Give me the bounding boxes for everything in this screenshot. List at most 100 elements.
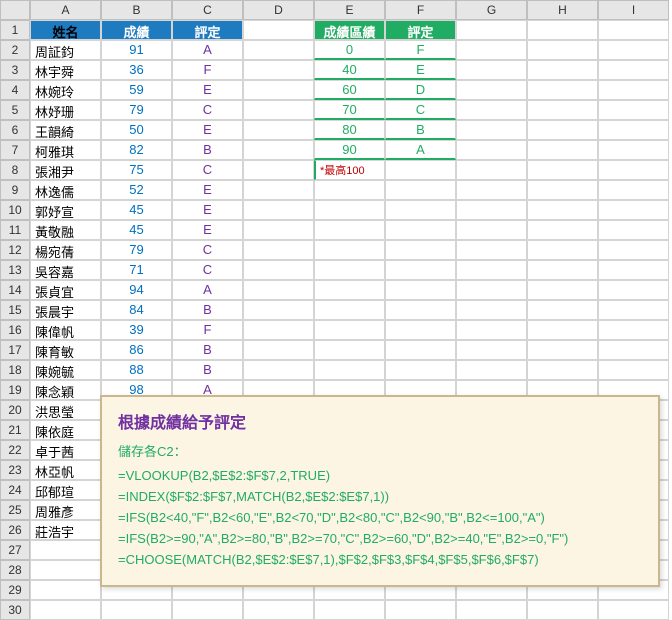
cell[interactable]: 洪思瑩 bbox=[30, 400, 101, 420]
cell[interactable]: F bbox=[172, 60, 243, 80]
cell[interactable]: 莊浩宇 bbox=[30, 520, 101, 540]
cell[interactable]: A bbox=[172, 280, 243, 300]
column-header[interactable]: C bbox=[172, 0, 243, 20]
cell[interactable]: 70 bbox=[314, 100, 385, 120]
cell[interactable]: 吳容嘉 bbox=[30, 260, 101, 280]
cell[interactable] bbox=[527, 20, 598, 40]
cell[interactable]: E bbox=[172, 200, 243, 220]
cell[interactable] bbox=[456, 80, 527, 100]
cell[interactable] bbox=[456, 20, 527, 40]
cell[interactable] bbox=[527, 340, 598, 360]
cell[interactable] bbox=[385, 320, 456, 340]
cell[interactable] bbox=[527, 600, 598, 620]
cell[interactable] bbox=[527, 360, 598, 380]
cell[interactable]: 79 bbox=[101, 100, 172, 120]
row-header[interactable]: 3 bbox=[0, 60, 30, 80]
cell[interactable] bbox=[243, 360, 314, 380]
cell[interactable] bbox=[598, 360, 669, 380]
cell[interactable]: 40 bbox=[314, 60, 385, 80]
cell[interactable] bbox=[314, 200, 385, 220]
cell[interactable]: 79 bbox=[101, 240, 172, 260]
cell[interactable] bbox=[243, 160, 314, 180]
cell[interactable]: 楊宛蒨 bbox=[30, 240, 101, 260]
cell[interactable]: 王韻綺 bbox=[30, 120, 101, 140]
cell[interactable] bbox=[598, 280, 669, 300]
cell[interactable] bbox=[385, 180, 456, 200]
row-header[interactable]: 10 bbox=[0, 200, 30, 220]
cell[interactable]: 50 bbox=[101, 120, 172, 140]
cell[interactable]: 90 bbox=[314, 140, 385, 160]
row-header[interactable]: 28 bbox=[0, 560, 30, 580]
cell[interactable] bbox=[527, 80, 598, 100]
cell[interactable]: 姓名 bbox=[30, 20, 101, 40]
cell[interactable] bbox=[456, 360, 527, 380]
cell[interactable] bbox=[527, 140, 598, 160]
row-header[interactable]: 8 bbox=[0, 160, 30, 180]
cell[interactable]: 陳偉帆 bbox=[30, 320, 101, 340]
row-header[interactable]: 25 bbox=[0, 500, 30, 520]
cell[interactable] bbox=[598, 40, 669, 60]
row-header[interactable]: 20 bbox=[0, 400, 30, 420]
cell[interactable] bbox=[314, 300, 385, 320]
cell[interactable]: 86 bbox=[101, 340, 172, 360]
cell[interactable] bbox=[243, 260, 314, 280]
cell[interactable] bbox=[385, 220, 456, 240]
cell[interactable]: 陳念穎 bbox=[30, 380, 101, 400]
cell[interactable]: 柯雅琪 bbox=[30, 140, 101, 160]
cell[interactable] bbox=[527, 260, 598, 280]
cell[interactable] bbox=[456, 280, 527, 300]
cell[interactable]: 75 bbox=[101, 160, 172, 180]
cell[interactable]: 成績 bbox=[101, 20, 172, 40]
cell[interactable] bbox=[598, 140, 669, 160]
cell[interactable] bbox=[598, 60, 669, 80]
cell[interactable]: 84 bbox=[101, 300, 172, 320]
cell[interactable]: 91 bbox=[101, 40, 172, 60]
cell[interactable] bbox=[101, 600, 172, 620]
cell[interactable]: B bbox=[385, 120, 456, 140]
cell[interactable] bbox=[30, 560, 101, 580]
row-header[interactable]: 27 bbox=[0, 540, 30, 560]
row-header[interactable]: 17 bbox=[0, 340, 30, 360]
cell[interactable]: C bbox=[385, 100, 456, 120]
cell[interactable]: 邱郁瑄 bbox=[30, 480, 101, 500]
cell[interactable] bbox=[385, 240, 456, 260]
cell[interactable] bbox=[598, 300, 669, 320]
cell[interactable] bbox=[243, 140, 314, 160]
cell[interactable] bbox=[598, 340, 669, 360]
cell[interactable] bbox=[314, 260, 385, 280]
row-header[interactable]: 4 bbox=[0, 80, 30, 100]
cell[interactable] bbox=[527, 300, 598, 320]
cell[interactable] bbox=[314, 240, 385, 260]
cell[interactable]: A bbox=[172, 40, 243, 60]
cell[interactable]: 周雅彥 bbox=[30, 500, 101, 520]
cell[interactable]: 陳婉毓 bbox=[30, 360, 101, 380]
row-header[interactable]: 1 bbox=[0, 20, 30, 40]
cell[interactable] bbox=[456, 120, 527, 140]
cell[interactable]: 88 bbox=[101, 360, 172, 380]
row-header[interactable]: 14 bbox=[0, 280, 30, 300]
cell[interactable] bbox=[527, 240, 598, 260]
row-header[interactable]: 16 bbox=[0, 320, 30, 340]
column-header[interactable]: I bbox=[598, 0, 669, 20]
cell[interactable]: F bbox=[172, 320, 243, 340]
cell[interactable] bbox=[598, 320, 669, 340]
cell[interactable] bbox=[243, 200, 314, 220]
cell[interactable] bbox=[314, 320, 385, 340]
cell[interactable]: 39 bbox=[101, 320, 172, 340]
cell[interactable] bbox=[527, 100, 598, 120]
cell[interactable] bbox=[385, 300, 456, 320]
cell[interactable]: 陳依庭 bbox=[30, 420, 101, 440]
cell[interactable] bbox=[30, 600, 101, 620]
cell[interactable] bbox=[456, 240, 527, 260]
row-header[interactable]: 15 bbox=[0, 300, 30, 320]
cell[interactable] bbox=[598, 220, 669, 240]
row-header[interactable]: 19 bbox=[0, 380, 30, 400]
cell[interactable] bbox=[385, 600, 456, 620]
cell[interactable]: D bbox=[385, 80, 456, 100]
cell[interactable]: E bbox=[172, 180, 243, 200]
cell[interactable] bbox=[385, 340, 456, 360]
row-header[interactable]: 12 bbox=[0, 240, 30, 260]
cell[interactable]: 張湘尹 bbox=[30, 160, 101, 180]
cell[interactable] bbox=[598, 100, 669, 120]
cell[interactable] bbox=[314, 340, 385, 360]
